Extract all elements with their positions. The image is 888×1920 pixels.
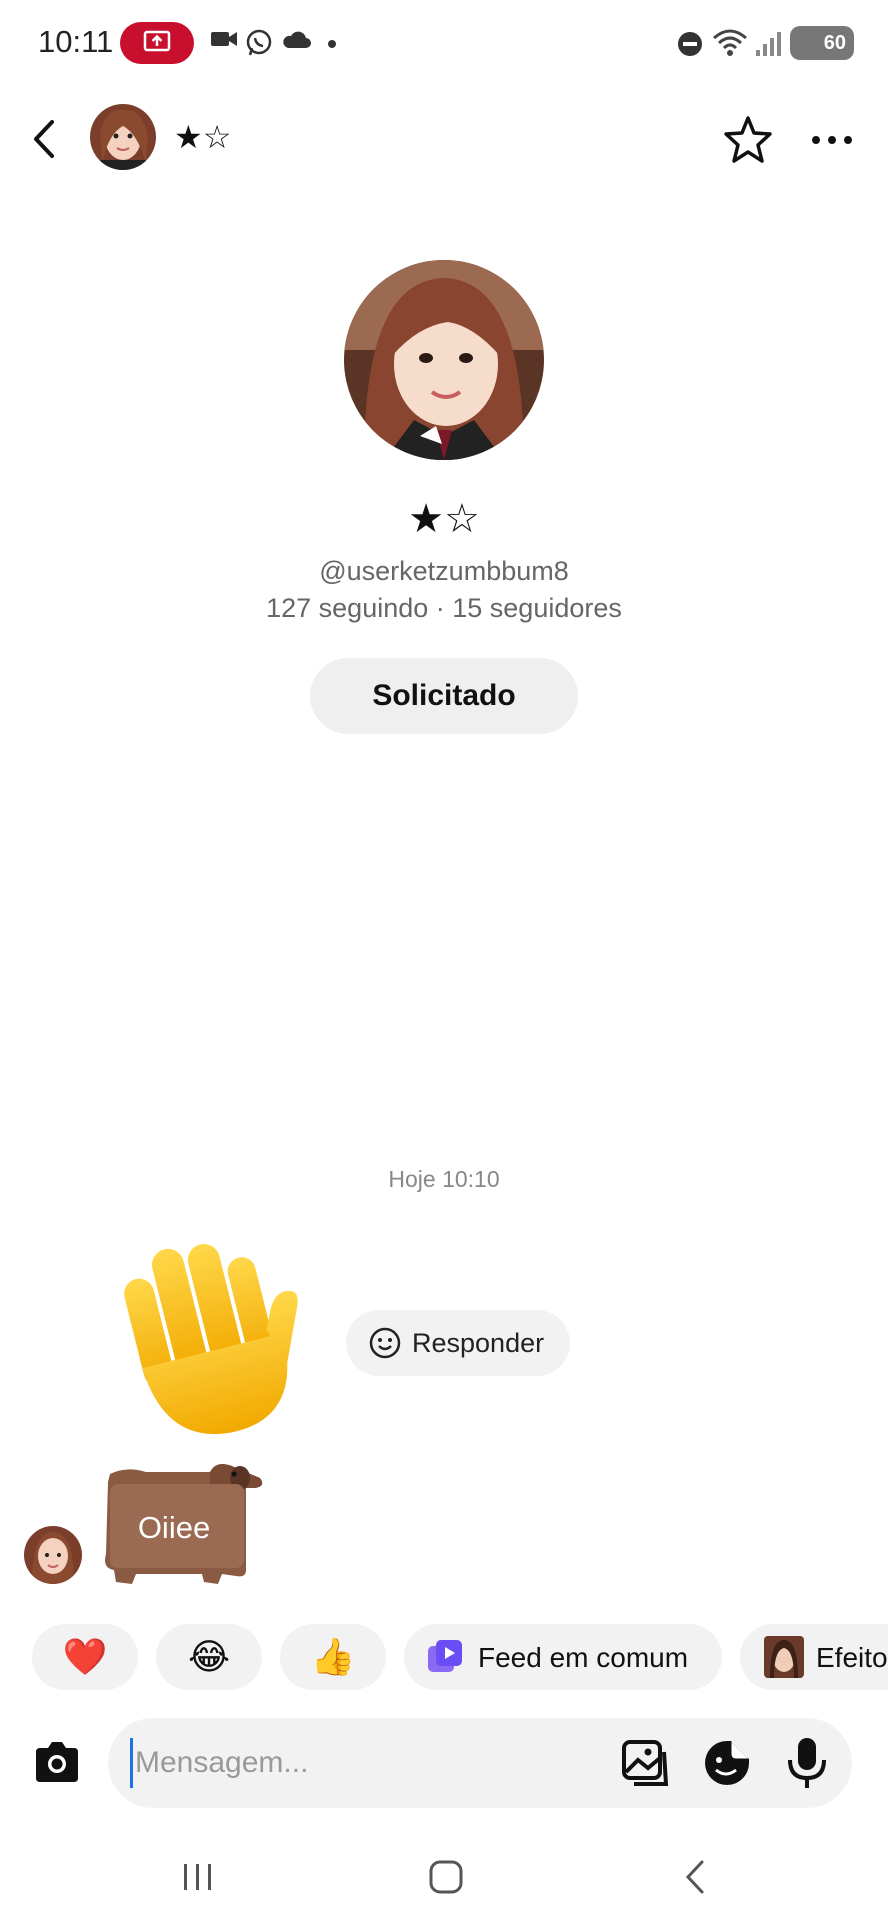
sender-photo (24, 1526, 82, 1584)
signal-icon (756, 32, 781, 56)
status-bar: 10:11 60 (0, 0, 888, 88)
do-not-disturb-icon (678, 32, 702, 56)
reply-button[interactable]: Responder (346, 1310, 570, 1376)
laugh-emoji: 😂 (187, 1636, 231, 1677)
quick-laugh-chip[interactable]: 😂 (156, 1624, 262, 1690)
dog-sticker-text: Oiiee (137, 1510, 211, 1545)
profile-avatar[interactable] (344, 260, 544, 460)
microphone-icon[interactable] (782, 1736, 832, 1790)
video-camera-icon (211, 32, 237, 46)
battery-level: 60 (823, 32, 846, 54)
chat-header: ★☆ (0, 100, 888, 180)
camera-icon[interactable] (30, 1736, 84, 1790)
status-time: 10:11 (38, 24, 114, 59)
cloud-icon (283, 31, 311, 48)
back-arrow-icon[interactable] (26, 114, 66, 164)
chat-timestamp: Hoje 10:10 (388, 1166, 500, 1192)
sticker-icon[interactable] (702, 1738, 752, 1788)
screen-record-indicator[interactable] (120, 22, 194, 64)
feed-em-comum-label: Feed em comum (478, 1642, 689, 1673)
whatsapp-icon (246, 29, 272, 56)
waving-hand-sticker[interactable] (100, 1230, 330, 1450)
heart-emoji: ❤️ (62, 1636, 108, 1677)
effect-label: Efeito (816, 1642, 888, 1673)
message-input[interactable] (130, 1738, 570, 1788)
more-options-icon[interactable] (806, 114, 858, 166)
system-back-icon[interactable] (666, 1852, 726, 1902)
profile-name: ★☆ (408, 496, 480, 542)
wifi-icon (713, 29, 747, 56)
quick-heart-chip[interactable]: ❤️ (32, 1624, 138, 1690)
header-username[interactable]: ★☆ (174, 118, 231, 156)
star-icon[interactable] (722, 114, 774, 166)
battery-indicator: 60 (790, 26, 854, 60)
profile-handle: @userketzumbbum8 (319, 556, 569, 586)
profile-photo (344, 260, 544, 460)
feed-icon (428, 1640, 462, 1672)
feed-em-comum-chip[interactable]: Feed em comum (404, 1624, 722, 1690)
quick-thumbs-up-chip[interactable]: 👍 (280, 1624, 386, 1690)
notification-dot (328, 40, 336, 48)
smile-icon (369, 1327, 401, 1359)
requested-button[interactable]: Solicitado (310, 658, 578, 734)
screen-record-icon (143, 30, 171, 52)
message-composer (108, 1718, 852, 1808)
home-icon[interactable] (416, 1852, 476, 1902)
effect-thumbnail-icon (764, 1636, 804, 1678)
thumbs-up-emoji: 👍 (310, 1636, 356, 1677)
effect-chip[interactable]: Efeito (740, 1624, 888, 1690)
system-navigation-bar (0, 1836, 888, 1920)
header-avatar[interactable] (90, 104, 156, 170)
reply-label: Responder (412, 1328, 545, 1358)
gallery-icon[interactable] (620, 1738, 670, 1788)
profile-stats: 127 seguindo · 15 seguidores (266, 593, 622, 623)
avatar-photo (90, 104, 156, 170)
sender-avatar[interactable] (24, 1526, 82, 1584)
quick-reply-row: ❤️ 😂 👍 Feed em comum Efeito (0, 1624, 888, 1694)
recent-apps-icon[interactable] (168, 1852, 228, 1902)
